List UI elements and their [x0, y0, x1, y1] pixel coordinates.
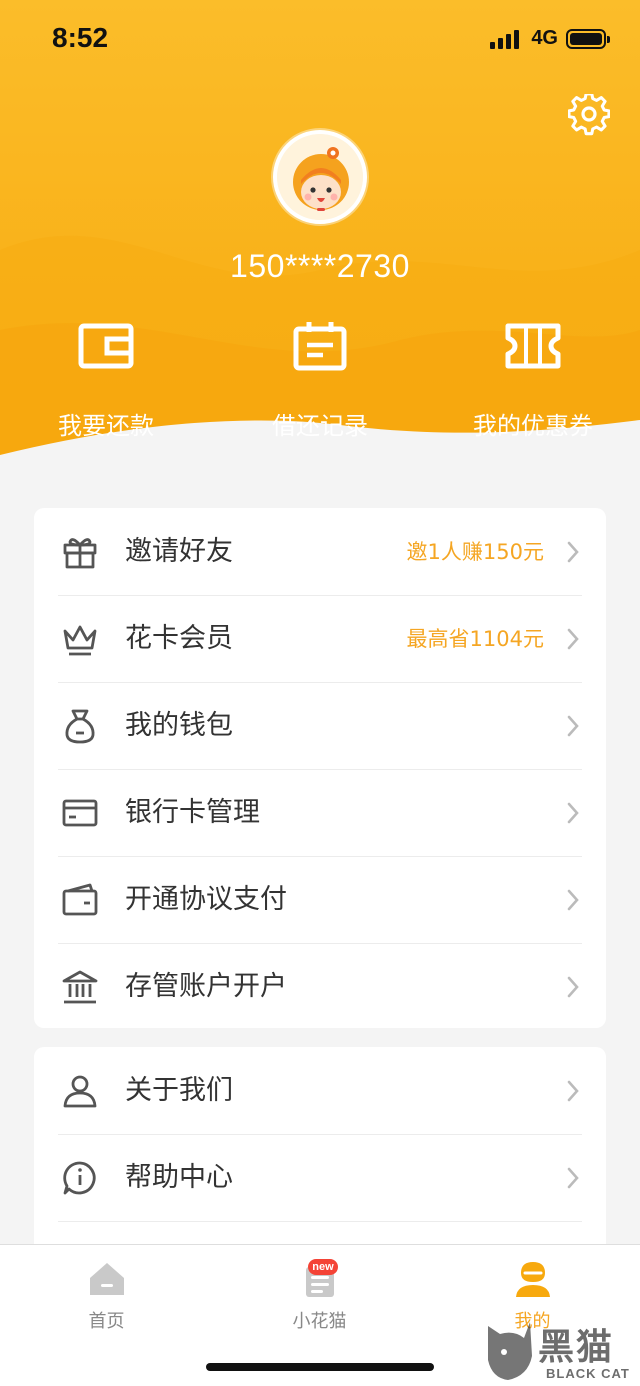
tab-label-mascot: 小花猫: [292, 1311, 347, 1332]
avatar[interactable]: [273, 130, 367, 224]
menu-label-help-center: 帮助中心: [125, 1162, 233, 1193]
menu-label-about-us: 关于我们: [125, 1075, 233, 1106]
menu-label-wallet: 我的钱包: [125, 710, 233, 741]
repay-label: 我要还款: [58, 412, 154, 440]
new-badge: new: [308, 1259, 338, 1275]
menu-item-about-us[interactable]: 关于我们: [34, 1047, 606, 1134]
menu-item-wallet[interactable]: 我的钱包: [34, 682, 606, 769]
black-cat-logo-icon: [488, 1322, 532, 1380]
tab-home[interactable]: 首页: [0, 1245, 213, 1345]
ticket-icon: [505, 323, 561, 369]
gift-icon: [63, 538, 97, 569]
borrow-record-label: 借还记录: [272, 412, 368, 440]
membership-saving-text: 最高省1104元: [406, 627, 544, 651]
menu-label-invite-friends: 邀请好友: [125, 536, 233, 567]
info-chat-icon: [63, 1161, 96, 1195]
profile-icon: [515, 1262, 550, 1297]
card-wallet-icon: [62, 883, 98, 916]
status-bar: 8:52 4G: [0, 0, 640, 80]
watermark-subtitle: BLACK CAT: [546, 1366, 630, 1381]
coupons-button[interactable]: 我的优惠券: [448, 320, 618, 441]
borrow-record-button[interactable]: 借还记录: [235, 320, 405, 441]
quick-actions: 我要还款 借还记录 我的优惠券: [0, 320, 640, 440]
battery-icon: [566, 28, 610, 49]
network-label: 4G: [531, 27, 558, 49]
black-cat-watermark: 黑猫 BLACK CAT: [484, 1316, 634, 1386]
repay-button[interactable]: 我要还款: [21, 320, 191, 441]
menu-item-depository-account[interactable]: 存管账户开户: [34, 943, 606, 1028]
crown-icon: [63, 625, 97, 656]
bank-building-icon: [62, 970, 98, 1004]
menu-item-invite-friends[interactable]: 邀请好友 邀1人赚150元: [34, 508, 606, 595]
chevron-right-icon: [567, 715, 579, 737]
cartoon-girl-avatar-icon: [277, 134, 363, 220]
phone-number: 150****2730: [230, 248, 410, 284]
menu-item-membership[interactable]: 花卡会员 最高省1104元: [34, 595, 606, 682]
menu-card-main: 邀请好友 邀1人赚150元 花卡会员 最高省1104元 我的钱包 银行卡管理 开…: [34, 508, 606, 1028]
chevron-right-icon: [567, 802, 579, 824]
wallet-icon: [78, 323, 134, 369]
menu-card-support: 关于我们 帮助中心: [34, 1047, 606, 1267]
menu-label-agreement-payment: 开通协议支付: [125, 884, 287, 915]
home-icon: [89, 1263, 124, 1295]
money-bag-icon: [65, 709, 95, 744]
status-indicators: 4G: [490, 27, 610, 50]
menu-item-bank-cards[interactable]: 银行卡管理: [34, 769, 606, 856]
chevron-right-icon: [567, 1167, 579, 1189]
menu-label-bank-cards: 银行卡管理: [125, 797, 260, 828]
menu-item-help-center[interactable]: 帮助中心: [34, 1134, 606, 1221]
status-time: 8:52: [52, 22, 109, 53]
menu-label-depository-account: 存管账户开户: [125, 971, 287, 1002]
chevron-right-icon: [567, 628, 579, 650]
chevron-right-icon: [567, 1080, 579, 1102]
profile-header: 8:52 4G 150****2730 我要还款 借还记录 我的优惠券: [0, 0, 640, 480]
chevron-right-icon: [567, 889, 579, 911]
coupons-label: 我的优惠券: [473, 412, 593, 440]
gear-icon[interactable]: [568, 94, 610, 136]
chevron-right-icon: [567, 976, 579, 998]
menu-label-membership: 花卡会员: [125, 623, 233, 654]
watermark-title: 黑猫: [538, 1327, 615, 1368]
signal-icon: [490, 29, 520, 49]
calendar-record-icon: [293, 322, 347, 371]
chevron-right-icon: [567, 541, 579, 563]
user-icon: [63, 1075, 97, 1108]
menu-item-agreement-payment[interactable]: 开通协议支付: [34, 856, 606, 943]
bank-card-icon: [62, 799, 98, 827]
home-indicator[interactable]: [206, 1363, 434, 1371]
invite-reward-text: 邀1人赚150元: [406, 540, 544, 564]
tab-label-home: 首页: [88, 1311, 125, 1332]
